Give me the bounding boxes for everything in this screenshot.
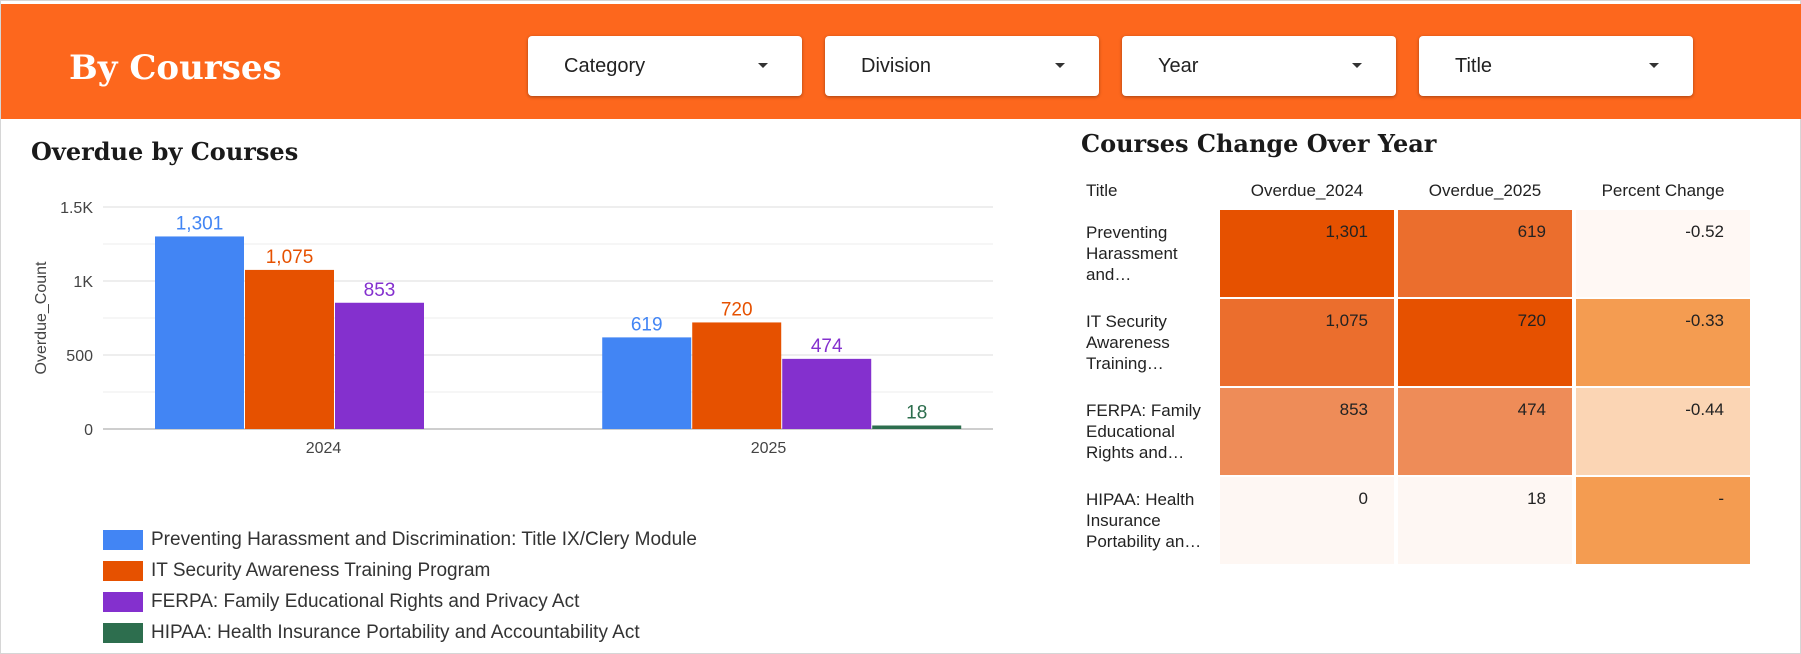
column-header-overdue-2024[interactable]: Overdue_2024	[1220, 174, 1394, 208]
course-title: FERPA: Family Educational Rights and…	[1086, 401, 1201, 462]
overdue-2025-cell: 720	[1398, 299, 1572, 386]
overdue-2025-cell: 18	[1398, 477, 1572, 564]
cell-value: 1,301	[1325, 222, 1368, 241]
overdue-2024-cell: 1,301	[1220, 210, 1394, 297]
cell-value: -	[1718, 489, 1724, 508]
cell-value: 853	[1339, 400, 1368, 419]
table-row[interactable]: HIPAA: Health Insurance Portability an… …	[1086, 477, 1750, 564]
bar	[602, 337, 692, 429]
title-filter-label: Title	[1455, 55, 1493, 77]
title-cell: IT Security Awareness Training…	[1086, 299, 1216, 386]
data-label: 720	[721, 299, 753, 320]
table-row[interactable]: IT Security Awareness Training… 1,075 72…	[1086, 299, 1750, 386]
bar	[872, 425, 962, 429]
legend-item[interactable]: Preventing Harassment and Discrimination…	[103, 524, 697, 555]
percent-change-cell: -	[1576, 477, 1750, 564]
x-tick-label: 2025	[751, 440, 787, 457]
table-row[interactable]: Preventing Harassment and… 1,301 619 -0.…	[1086, 210, 1750, 297]
year-filter-dropdown[interactable]: Year	[1122, 36, 1396, 96]
legend-item[interactable]: FERPA: Family Educational Rights and Pri…	[103, 586, 697, 617]
cell-value: 474	[1517, 400, 1546, 419]
legend-label: FERPA: Family Educational Rights and Pri…	[151, 590, 580, 612]
title-cell: Preventing Harassment and…	[1086, 210, 1216, 297]
y-tick-label: 1.5K	[60, 200, 93, 217]
bar	[155, 236, 244, 429]
overdue-bar-chart: 0 500 1K 1.5K Overdue_Count 2024 1,301 1,075 853…	[33, 200, 993, 457]
y-tick-label: 500	[66, 348, 93, 365]
table-row[interactable]: FERPA: Family Educational Rights and… 85…	[1086, 388, 1750, 475]
title-cell: FERPA: Family Educational Rights and…	[1086, 388, 1216, 475]
overdue-2025-cell: 474	[1398, 388, 1572, 475]
y-axis-title: Overdue_Count	[33, 261, 50, 375]
cell-value: 1,075	[1325, 311, 1368, 330]
bar	[245, 269, 334, 429]
cell-value: 18	[1527, 489, 1546, 508]
chevron-down-icon	[1055, 63, 1065, 68]
percent-change-cell: -0.44	[1576, 388, 1750, 475]
overdue-chart-title: Overdue by Courses	[31, 137, 299, 166]
bar	[782, 358, 872, 429]
title-filter-dropdown[interactable]: Title	[1419, 36, 1693, 96]
data-label: 853	[364, 280, 396, 301]
legend-item[interactable]: IT Security Awareness Training Program	[103, 555, 697, 586]
category-filter-dropdown[interactable]: Category	[528, 36, 802, 96]
cell-value: -0.44	[1685, 400, 1724, 419]
percent-change-cell: -0.33	[1576, 299, 1750, 386]
table-header-row: Title Overdue_2024 Overdue_2025 Percent …	[1086, 174, 1750, 208]
data-label: 1,075	[266, 247, 314, 268]
overdue-2024-cell: 1,075	[1220, 299, 1394, 386]
cell-value: -0.52	[1685, 222, 1724, 241]
cell-value: 720	[1517, 311, 1546, 330]
courses-change-table: Title Overdue_2024 Overdue_2025 Percent …	[1082, 172, 1754, 566]
legend-swatch	[103, 560, 143, 581]
legend-item[interactable]: HIPAA: Health Insurance Portability and …	[103, 617, 697, 648]
legend-swatch	[103, 591, 143, 612]
division-filter-dropdown[interactable]: Division	[825, 36, 1099, 96]
column-header-overdue-2025[interactable]: Overdue_2025	[1398, 174, 1572, 208]
column-header-percent-change[interactable]: Percent Change	[1576, 174, 1750, 208]
cell-value: 619	[1517, 222, 1546, 241]
course-title: HIPAA: Health Insurance Portability an…	[1086, 490, 1202, 551]
bar	[335, 302, 424, 429]
division-filter-label: Division	[861, 55, 932, 77]
title-cell: HIPAA: Health Insurance Portability an…	[1086, 477, 1216, 564]
cell-value: -0.33	[1685, 311, 1724, 330]
year-filter-label: Year	[1158, 55, 1199, 77]
overdue-2024-cell: 0	[1220, 477, 1394, 564]
course-title: IT Security Awareness Training…	[1086, 312, 1170, 373]
y-tick-label: 0	[84, 422, 93, 439]
x-tick-label: 2024	[306, 440, 342, 457]
data-label: 1,301	[176, 213, 224, 234]
legend-label: Preventing Harassment and Discrimination…	[151, 528, 697, 550]
legend-label: HIPAA: Health Insurance Portability and …	[151, 621, 640, 643]
percent-change-cell: -0.52	[1576, 210, 1750, 297]
legend-label: IT Security Awareness Training Program	[151, 559, 491, 581]
overdue-2024-cell: 853	[1220, 388, 1394, 475]
page-title: By Courses	[69, 48, 282, 88]
chevron-down-icon	[1649, 63, 1659, 68]
legend-swatch	[103, 529, 143, 550]
data-label: 619	[631, 314, 663, 335]
data-label: 18	[906, 403, 927, 424]
y-tick-label: 1K	[73, 274, 93, 291]
legend-swatch	[103, 622, 143, 643]
course-title: Preventing Harassment and…	[1086, 223, 1178, 284]
bar	[692, 322, 782, 429]
data-label: 474	[811, 336, 843, 357]
overdue-2025-cell: 619	[1398, 210, 1572, 297]
cell-value: 0	[1358, 489, 1368, 508]
change-table-title: Courses Change Over Year	[1081, 129, 1437, 158]
column-header-title[interactable]: Title	[1086, 174, 1216, 208]
chevron-down-icon	[1352, 63, 1362, 68]
category-filter-label: Category	[564, 55, 646, 77]
chart-legend: Preventing Harassment and Discrimination…	[103, 524, 697, 648]
chevron-down-icon	[758, 63, 768, 68]
page-header: By Courses Category Division Year Title	[1, 4, 1801, 119]
